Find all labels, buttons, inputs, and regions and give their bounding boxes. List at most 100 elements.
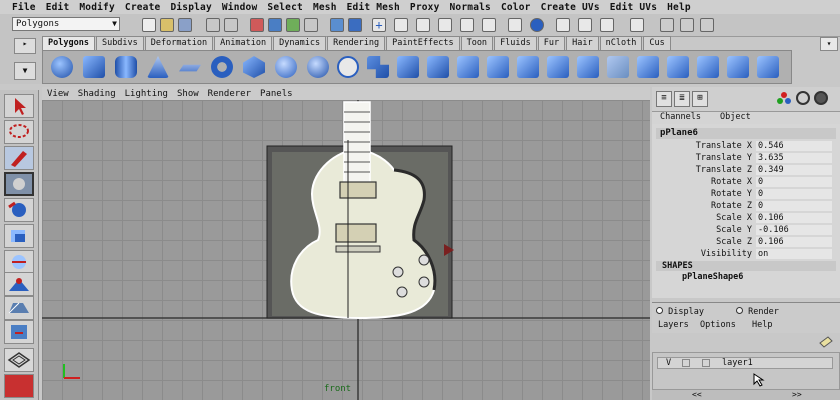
merge-vertex-icon[interactable] xyxy=(607,56,629,78)
menu-help[interactable]: Help xyxy=(667,2,691,13)
save-scene-icon[interactable] xyxy=(178,18,192,32)
poly-pipe-icon[interactable] xyxy=(275,56,297,78)
new-scene-icon[interactable] xyxy=(142,18,156,32)
show-manipulator-icon[interactable] xyxy=(4,296,34,320)
menu-set-dropdown[interactable]: Polygons ▼ xyxy=(12,17,120,31)
menu-create[interactable]: Create xyxy=(125,2,161,13)
bridge-icon[interactable] xyxy=(457,56,479,78)
options-menu[interactable]: Options xyxy=(700,320,736,330)
lasso-tool-icon[interactable] xyxy=(4,120,34,144)
attr-scale-y[interactable]: Scale Y -0.106 xyxy=(652,225,832,236)
viewport-menu-lighting[interactable]: Lighting xyxy=(125,89,168,99)
shelf-tab-dynamics[interactable]: Dynamics xyxy=(273,36,327,50)
attr-value[interactable]: 0 xyxy=(756,201,832,211)
move-tool-icon[interactable] xyxy=(4,172,34,196)
viewport-menu-renderer[interactable]: Renderer xyxy=(208,89,251,99)
render-settings-icon[interactable] xyxy=(600,18,614,32)
attr-visibility[interactable]: Visibility on xyxy=(652,249,832,260)
scale-tool-icon[interactable] xyxy=(4,224,34,248)
insert-edge-loop-icon[interactable] xyxy=(547,56,569,78)
select-by-type-icon[interactable] xyxy=(268,18,282,32)
shelf-tab-painteffects[interactable]: PaintEffects xyxy=(386,36,460,50)
layer-row[interactable]: V layer1 xyxy=(657,357,833,369)
snap-grid-icon[interactable]: + xyxy=(372,18,386,32)
menu-file[interactable]: File xyxy=(12,2,36,13)
attr-value[interactable]: 0 xyxy=(756,177,832,187)
shelf-tab-scroll[interactable]: ▸ xyxy=(14,38,36,54)
menu-mesh[interactable]: Mesh xyxy=(313,2,337,13)
attr-value[interactable]: 0.546 xyxy=(756,141,832,151)
poly-cube-icon[interactable] xyxy=(83,56,105,78)
layer-color-swatch[interactable] xyxy=(702,359,710,367)
input-history-icon[interactable] xyxy=(508,18,522,32)
attr-translate-z[interactable]: Translate Z 0.349 xyxy=(652,165,832,176)
channel-box-toggle-icon[interactable] xyxy=(700,18,714,32)
layer-editor-icon[interactable]: ≣ xyxy=(674,91,690,107)
poly-prism-icon[interactable] xyxy=(243,56,265,78)
menu-create-uvs[interactable]: Create UVs xyxy=(541,2,600,13)
shelf-tab-ncloth[interactable]: nCloth xyxy=(599,36,643,50)
shelf-menu-icon[interactable]: ▼ xyxy=(14,62,36,80)
layer-type-toggle[interactable] xyxy=(682,359,690,367)
layer-name[interactable]: layer1 xyxy=(722,358,753,368)
last-tool-icon[interactable] xyxy=(4,320,34,344)
attr-rotate-x[interactable]: Rotate X 0 xyxy=(652,177,832,188)
snap-point-icon[interactable] xyxy=(416,18,430,32)
four-view-layout-icon[interactable] xyxy=(4,374,34,398)
attribute-icon[interactable]: ⊞ xyxy=(692,91,708,107)
cylindrical-mapping-icon[interactable] xyxy=(697,56,719,78)
attr-value[interactable]: on xyxy=(756,249,832,259)
color-dots-icon[interactable] xyxy=(776,91,792,105)
select-tool-icon[interactable] xyxy=(4,94,34,118)
attr-value[interactable]: 3.635 xyxy=(756,153,832,163)
poly-sphere-icon[interactable] xyxy=(51,56,73,78)
menu-select[interactable]: Select xyxy=(267,2,303,13)
separate-icon[interactable] xyxy=(367,56,389,78)
select-deformer-icon[interactable] xyxy=(304,18,318,32)
menu-edit[interactable]: Edit xyxy=(46,2,70,13)
attr-translate-x[interactable]: Translate X 0.546 xyxy=(652,141,832,152)
shelf-tab-rendering[interactable]: Rendering xyxy=(327,36,386,50)
select-by-component-icon[interactable] xyxy=(286,18,300,32)
shelf-tab-fur[interactable]: Fur xyxy=(537,36,566,50)
snap-plane-icon[interactable] xyxy=(438,18,452,32)
select-hierarchy-icon[interactable] xyxy=(206,18,220,32)
scroll-right-icon[interactable]: >> xyxy=(792,390,802,399)
soft-modification-icon[interactable] xyxy=(4,272,34,296)
shelf-collapse-icon[interactable]: ▾ xyxy=(820,37,838,51)
extrude-icon[interactable] xyxy=(427,56,449,78)
universal-manipulator-icon[interactable] xyxy=(4,250,34,274)
shelf-tab-custom[interactable]: Cus xyxy=(643,36,671,50)
front-viewport[interactable]: front xyxy=(42,100,650,400)
reset-icon[interactable] xyxy=(796,91,810,105)
poly-cylinder-icon[interactable] xyxy=(115,56,137,78)
menu-proxy[interactable]: Proxy xyxy=(410,2,440,13)
attr-value[interactable]: 0.349 xyxy=(756,165,832,175)
object-menu[interactable]: Object xyxy=(720,112,751,122)
split-polygon-icon[interactable] xyxy=(517,56,539,78)
select-object-icon[interactable] xyxy=(224,18,238,32)
attr-value[interactable]: 0.106 xyxy=(756,237,832,247)
construction-history-icon[interactable] xyxy=(530,18,544,32)
shelf-tab-polygons[interactable]: Polygons xyxy=(42,36,95,50)
attr-rotate-y[interactable]: Rotate Y 0 xyxy=(652,189,832,200)
attr-translate-y[interactable]: Translate Y 3.635 xyxy=(652,153,832,164)
snap-curve-icon[interactable] xyxy=(394,18,408,32)
shelf-tab-deformation[interactable]: Deformation xyxy=(144,36,214,50)
shelf-tab-subdivs[interactable]: Subdivs xyxy=(95,36,144,50)
render-radio[interactable]: Render xyxy=(736,307,796,317)
bevel-icon[interactable] xyxy=(637,56,659,78)
shape-name[interactable]: pPlaneShape6 xyxy=(656,272,836,283)
sync-icon[interactable] xyxy=(814,91,828,105)
menu-color[interactable]: Color xyxy=(501,2,531,13)
menu-normals[interactable]: Normals xyxy=(450,2,491,13)
shelf-tab-fluids[interactable]: Fluids xyxy=(494,36,537,50)
offset-edge-loop-icon[interactable] xyxy=(577,56,599,78)
single-perspective-layout-icon[interactable] xyxy=(4,348,34,372)
make-live-icon[interactable] xyxy=(460,18,474,32)
combine-icon[interactable] xyxy=(337,56,359,78)
shelf-tab-hair[interactable]: Hair xyxy=(566,36,599,50)
poly-torus-icon[interactable] xyxy=(211,56,233,78)
append-polygon-icon[interactable] xyxy=(487,56,509,78)
new-layer-icon[interactable] xyxy=(818,333,834,349)
